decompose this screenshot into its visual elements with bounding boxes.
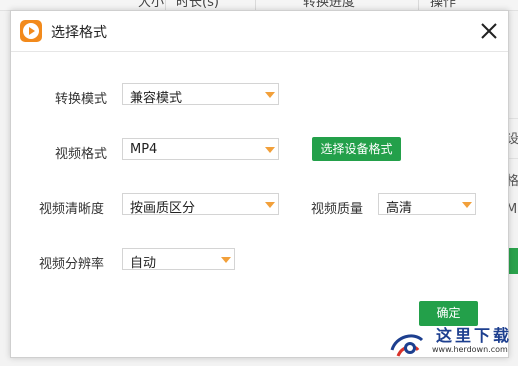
video-clarity-label: 视频清晰度: [39, 202, 105, 217]
background-column-size: 大小: [138, 0, 165, 10]
background-column-divider: [165, 0, 166, 10]
video-format-label: 视频格式: [55, 147, 108, 162]
video-quality-select[interactable]: 高清: [378, 193, 476, 216]
select-device-format-button[interactable]: 选择设备格式: [312, 137, 401, 161]
chevron-down-icon: [221, 257, 231, 263]
video-format-select[interactable]: MP4: [122, 138, 279, 160]
chevron-down-icon: [265, 202, 275, 208]
chevron-down-icon: [462, 202, 472, 208]
watermark-url: www.herdown.com: [432, 345, 508, 354]
convert-mode-value: 兼容模式: [130, 91, 183, 106]
video-resolution-label: 视频分辨率: [39, 257, 105, 272]
chevron-down-icon: [265, 147, 275, 153]
video-resolution-value: 自动: [130, 256, 157, 271]
video-resolution-select[interactable]: 自动: [122, 248, 235, 271]
background-column-action: 操作: [430, 0, 457, 10]
dialog-titlebar: 选择格式: [11, 11, 508, 52]
video-clarity-select[interactable]: 按画质区分: [122, 193, 279, 216]
watermark-title: 这里下载: [436, 326, 513, 345]
background-column-divider: [255, 0, 256, 10]
background-column-divider: [418, 0, 419, 10]
watermark-logo: 这里下载 www.herdown.com: [388, 322, 516, 366]
video-format-value: MP4: [130, 142, 158, 157]
close-icon[interactable]: [477, 19, 501, 43]
video-converter-play-icon: [20, 20, 42, 42]
watermark-swoosh-icon: [390, 334, 424, 357]
background-column-progress: 转换进度: [303, 0, 356, 10]
convert-mode-select[interactable]: 兼容模式: [122, 83, 279, 106]
video-quality-label: 视频质量: [311, 202, 364, 217]
convert-mode-label: 转换模式: [55, 92, 108, 107]
background-column-duration: 时长(s): [176, 0, 219, 10]
video-clarity-value: 按画质区分: [130, 201, 196, 216]
select-format-dialog: 选择格式 转换模式 兼容模式 视频格式 MP4 选择设备格式 视频清晰度 按画质…: [10, 10, 509, 358]
video-quality-value: 高清: [386, 201, 413, 216]
chevron-down-icon: [265, 92, 275, 98]
dialog-title: 选择格式: [51, 25, 107, 41]
